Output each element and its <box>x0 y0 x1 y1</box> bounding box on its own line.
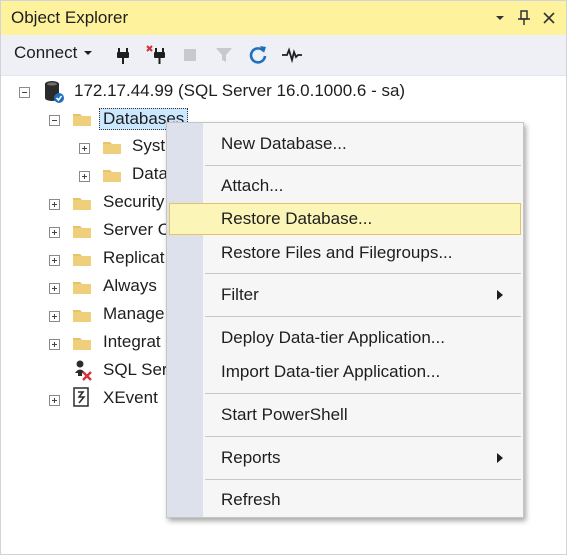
menu-item-restore-database[interactable]: Restore Database... <box>169 203 521 235</box>
folder-icon <box>103 168 121 182</box>
always-on-expand-toggle[interactable] <box>49 283 60 294</box>
auto-hide-pin-icon[interactable] <box>513 6 535 30</box>
folder-icon <box>103 140 121 154</box>
folder-icon <box>73 196 91 210</box>
folder-icon <box>73 308 91 322</box>
databases-collapse-toggle[interactable] <box>49 115 60 126</box>
menu-item-filter[interactable]: Filter <box>169 280 521 310</box>
title-bar: Object Explorer <box>1 1 566 35</box>
tree-item-label[interactable]: Integrat <box>103 332 161 352</box>
menu-item-refresh[interactable]: Refresh <box>169 485 521 515</box>
menu-item-deploy-data-tier[interactable]: Deploy Data-tier Application... <box>169 323 521 353</box>
activity-monitor-icon[interactable] <box>280 43 304 67</box>
filter-icon[interactable] <box>212 43 236 67</box>
data-expand-toggle[interactable] <box>79 171 90 182</box>
folder-icon <box>73 280 91 294</box>
folder-icon <box>73 224 91 238</box>
window-title: Object Explorer <box>11 8 129 27</box>
system-databases-expand-toggle[interactable] <box>79 143 90 154</box>
xevent-profiler-icon <box>73 387 91 407</box>
menu-item-label: Start PowerShell <box>221 405 348 424</box>
menu-item-label: Reports <box>221 448 281 467</box>
menu-separator <box>205 165 521 166</box>
submenu-arrow-icon <box>497 290 503 300</box>
server-collapse-toggle[interactable] <box>19 87 30 98</box>
menu-item-new-database[interactable]: New Database... <box>169 129 521 159</box>
menu-item-label: Filter <box>221 285 259 304</box>
tree-item-label[interactable]: Security <box>103 192 164 212</box>
chevron-down-icon <box>84 51 93 55</box>
integration-expand-toggle[interactable] <box>49 339 60 350</box>
menu-item-label: Deploy Data-tier Application... <box>221 328 445 347</box>
sql-agent-stopped-icon <box>72 359 94 381</box>
stop-icon[interactable] <box>178 43 202 67</box>
security-expand-toggle[interactable] <box>49 199 60 210</box>
menu-item-import-data-tier[interactable]: Import Data-tier Application... <box>169 357 521 387</box>
connect-label: Connect <box>14 43 78 62</box>
menu-item-attach[interactable]: Attach... <box>169 171 521 201</box>
refresh-icon[interactable] <box>246 43 270 67</box>
menu-item-start-powershell[interactable]: Start PowerShell <box>169 400 521 430</box>
folder-icon <box>73 112 91 126</box>
menu-item-label: Restore Files and Filegroups... <box>221 243 453 262</box>
tree-item-label[interactable]: Always <box>103 276 157 296</box>
disconnect-plug-icon[interactable] <box>145 43 169 67</box>
menu-separator <box>205 436 521 437</box>
menu-separator <box>205 393 521 394</box>
replication-expand-toggle[interactable] <box>49 255 60 266</box>
menu-item-reports[interactable]: Reports <box>169 443 521 473</box>
menu-item-restore-files-filegroups[interactable]: Restore Files and Filegroups... <box>169 238 521 268</box>
data-node-label[interactable]: Data <box>132 164 168 184</box>
system-databases-label[interactable]: Syst <box>132 136 165 156</box>
server-node-label[interactable]: 172.17.44.99 (SQL Server 16.0.1000.6 - s… <box>74 81 405 101</box>
tree-item-label[interactable]: Manage <box>103 304 164 324</box>
menu-item-label: Attach... <box>221 176 284 195</box>
folder-icon <box>73 252 91 266</box>
server-objects-expand-toggle[interactable] <box>49 227 60 238</box>
menu-separator <box>205 316 521 317</box>
object-explorer-window: Object Explorer Connect 172.17.44.99 (SQ… <box>0 0 567 555</box>
toolbar: Connect <box>1 35 566 76</box>
menu-item-label: New Database... <box>221 134 347 153</box>
menu-item-label: Import Data-tier Application... <box>221 362 441 381</box>
window-position-dropdown-icon[interactable] <box>489 6 511 30</box>
xevent-expand-toggle[interactable] <box>49 395 60 406</box>
folder-icon <box>73 336 91 350</box>
connect-plug-icon[interactable] <box>111 43 135 67</box>
connect-dropdown-button[interactable]: Connect <box>14 43 93 63</box>
tree-item-label[interactable]: SQL Ser <box>103 360 168 380</box>
databases-context-menu: New Database... Attach... Restore Databa… <box>166 122 524 518</box>
submenu-arrow-icon <box>497 453 503 463</box>
tree-item-label[interactable]: Replicat <box>103 248 164 268</box>
menu-separator <box>205 479 521 480</box>
management-expand-toggle[interactable] <box>49 311 60 322</box>
close-icon[interactable] <box>538 6 560 30</box>
tree-item-label[interactable]: Server O <box>103 220 171 240</box>
menu-item-label: Refresh <box>221 490 281 509</box>
menu-item-label: Restore Database... <box>221 209 373 228</box>
menu-separator <box>205 273 521 274</box>
database-server-icon <box>43 80 65 104</box>
tree-item-label[interactable]: XEvent <box>103 388 158 408</box>
